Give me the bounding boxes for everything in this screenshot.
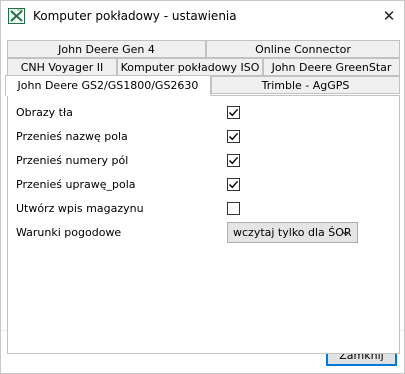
app-icon xyxy=(8,8,25,24)
option-label-create-storage-entry: Utwórz wpis magazynu xyxy=(16,202,144,215)
weather-select[interactable]: wczytaj tylko dla ŚOR xyxy=(227,222,358,243)
checkbox-transfer-field-crop[interactable] xyxy=(227,178,240,191)
option-label-transfer-field-name: Przenieś nazwę pola xyxy=(16,130,128,143)
window-title: Komputer pokładowy - ustawienia xyxy=(33,9,237,23)
tab-john-deere-gen4[interactable]: John Deere Gen 4 xyxy=(7,40,206,58)
tab-trimble-aggps[interactable]: Trimble - AgGPS xyxy=(211,76,400,94)
tab-panel-john-deere-gs2: Obrazy tła Przenieś nazwę pola Przenieś … xyxy=(7,95,400,354)
title-bar[interactable]: Komputer pokładowy - ustawienia ✕ xyxy=(1,1,404,31)
checkbox-create-storage-entry[interactable] xyxy=(227,202,240,215)
option-label-transfer-field-numbers: Przenieś numery pól xyxy=(16,154,129,167)
checkmark-icon xyxy=(229,132,239,141)
option-label-transfer-field-crop: Przenieś uprawę_pola xyxy=(16,178,136,191)
weather-label: Warunki pogodowe xyxy=(16,226,122,239)
tab-cnh-voyager[interactable]: CNH Voyager II xyxy=(7,58,117,76)
checkbox-transfer-field-name[interactable] xyxy=(227,130,240,143)
weather-select-value: wczytaj tylko dla ŚOR xyxy=(233,226,352,239)
tab-komputer-iso[interactable]: Komputer pokładowy ISO xyxy=(117,58,263,76)
chevron-down-icon xyxy=(341,230,351,236)
checkmark-icon xyxy=(229,108,239,117)
tab-online-connector[interactable]: Online Connector xyxy=(206,40,400,58)
checkmark-icon xyxy=(229,156,239,165)
checkbox-transfer-field-numbers[interactable] xyxy=(227,154,240,167)
dialog-body: John Deere Gen 4 Online Connector CNH Vo… xyxy=(1,31,404,373)
settings-window: Komputer pokładowy - ustawienia ✕ John D… xyxy=(0,0,405,374)
close-icon[interactable]: ✕ xyxy=(374,1,404,31)
tab-john-deere-gs2[interactable]: John Deere GS2/GS1800/GS2630 xyxy=(5,75,211,96)
checkbox-background-images[interactable] xyxy=(227,106,240,119)
tab-john-deere-greenstar[interactable]: John Deere GreenStar xyxy=(263,58,400,76)
option-label-background-images: Obrazy tła xyxy=(16,106,73,119)
checkmark-icon xyxy=(229,180,239,189)
